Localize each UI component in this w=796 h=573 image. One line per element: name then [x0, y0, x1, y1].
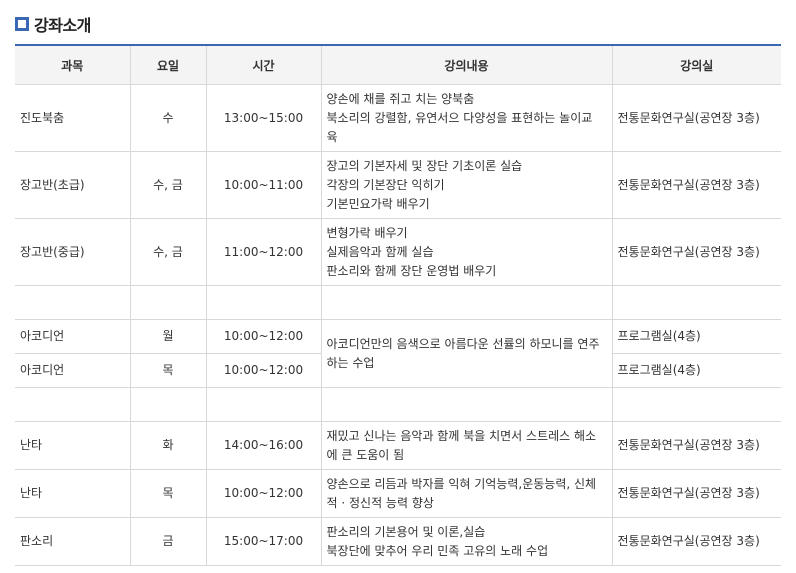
cell-content: 장고의 기본자세 및 장단 기초이론 실습 각장의 기본장단 익히기 기본민요가…: [321, 151, 613, 219]
table-row: 장고반(중급) 수, 금 11:00~12:00 변형가락 배우기 실제음악과 …: [15, 218, 781, 286]
cell-subject: 판소리: [15, 517, 131, 566]
content-line: 적 · 정신적 능력 향상: [326, 495, 434, 510]
table-row: 판소리 금 15:00~17:00 판소리의 기본용어 및 이론,실습 북장단에…: [15, 517, 781, 566]
content-line: 실제음악과 함께 실습: [326, 244, 434, 259]
content-line: 하는 수업: [326, 355, 375, 370]
cell-room: 전통문화연구실(공연장 3층): [612, 151, 781, 219]
cell-day: 화: [130, 421, 207, 470]
table-row: 난타 목 10:00~12:00 양손으로 리듬과 박자를 익혀 기억능력,운동…: [15, 469, 781, 518]
spacer-row: [15, 387, 781, 422]
cell-time: 10:00~12:00: [206, 353, 322, 388]
content-line: 양손으로 리듬과 박자를 익혀 기억능력,운동능력, 신체: [326, 476, 597, 491]
cell-room: 전통문화연구실(공연장 3층): [612, 517, 781, 566]
cell-day: 수, 금: [130, 151, 207, 219]
cell-subject: 장고반(초급): [15, 151, 131, 219]
cell-time: 11:00~12:00: [206, 218, 322, 286]
header-day: 요일: [130, 45, 207, 85]
cell-content: 양손으로 리듬과 박자를 익혀 기억능력,운동능력, 신체 적 · 정신적 능력…: [321, 469, 613, 518]
cell-time: 10:00~11:00: [206, 151, 322, 219]
content-line: 아코디언만의 음색으로 아름다운 선률의 하모니를 연주: [326, 336, 600, 351]
content-line: 북장단에 맞추어 우리 민족 고유의 노래 수업: [326, 543, 549, 558]
table-row: 아코디언 월 10:00~12:00 아코디언만의 음색으로 아름다운 선률의 …: [15, 319, 781, 388]
content-line: 육: [326, 129, 338, 144]
cell-content: 변형가락 배우기 실제음악과 함께 실습 판소리와 함께 장단 운영법 배우기: [321, 218, 613, 286]
title-bullet-icon: [15, 17, 29, 31]
header-room: 강의실: [612, 45, 781, 85]
cell-time: 13:00~15:00: [206, 84, 322, 152]
content-line: 기본민요가락 배우기: [326, 196, 430, 211]
cell-day: 수, 금: [130, 218, 207, 286]
cell-time: 15:00~17:00: [206, 517, 322, 566]
content-line: 판소리와 함께 장단 운영법 배우기: [326, 263, 497, 278]
cell-day: 목: [130, 353, 207, 388]
cell-time: 14:00~16:00: [206, 421, 322, 470]
course-table: 과목 요일 시간 강의내용 강의실 진도북춤 수 13:00~15:00 양손에…: [15, 44, 781, 566]
cell-room: 전통문화연구실(공연장 3층): [612, 218, 781, 286]
cell-day: 월: [130, 319, 207, 354]
content-line: 각장의 기본장단 익히기: [326, 177, 445, 192]
cell-subject: 난타: [15, 421, 131, 470]
content-line: 판소리의 기본용어 및 이론,실습: [326, 524, 486, 539]
cell-content: 재밌고 신나는 음악과 함께 북을 치면서 스트레스 해소 에 큰 도움이 됨: [321, 421, 613, 470]
content-line: 변형가락 배우기: [326, 225, 408, 240]
table-row: 진도북춤 수 13:00~15:00 양손에 채를 쥐고 치는 양북춤 북소리의…: [15, 84, 781, 152]
cell-subject: 아코디언: [15, 319, 131, 354]
cell-room: 전통문화연구실(공연장 3층): [612, 421, 781, 470]
table-header-row: 과목 요일 시간 강의내용 강의실: [15, 45, 781, 85]
content-line: 북소리의 강렬함, 유연서으 다양성을 표현하는 놀이교: [326, 110, 593, 125]
cell-subject: 진도북춤: [15, 84, 131, 152]
header-time: 시간: [206, 45, 322, 85]
header-content: 강의내용: [321, 45, 613, 85]
cell-content: 아코디언만의 음색으로 아름다운 선률의 하모니를 연주 하는 수업: [321, 319, 613, 388]
page-title: 강좌소개: [34, 16, 91, 35]
cell-content: 판소리의 기본용어 및 이론,실습 북장단에 맞추어 우리 민족 고유의 노래 …: [321, 517, 613, 566]
cell-day: 금: [130, 517, 207, 566]
cell-room: 프로그램실(4층): [612, 319, 781, 354]
header-subject: 과목: [15, 45, 131, 85]
table-row: 난타 화 14:00~16:00 재밌고 신나는 음악과 함께 북을 치면서 스…: [15, 421, 781, 470]
cell-content: 양손에 채를 쥐고 치는 양북춤 북소리의 강렬함, 유연서으 다양성을 표현하…: [321, 84, 613, 152]
content-line: 장고의 기본자세 및 장단 기초이론 실습: [326, 158, 523, 173]
cell-room: 전통문화연구실(공연장 3층): [612, 469, 781, 518]
content-line: 양손에 채를 쥐고 치는 양북춤: [326, 91, 475, 106]
cell-room: 프로그램실(4층): [612, 353, 781, 388]
cell-subject: 장고반(중급): [15, 218, 131, 286]
content-line: 재밌고 신나는 음악과 함께 북을 치면서 스트레스 해소: [326, 428, 597, 443]
cell-time: 10:00~12:00: [206, 319, 322, 354]
table-row: 장고반(초급) 수, 금 10:00~11:00 장고의 기본자세 및 장단 기…: [15, 151, 781, 219]
cell-day: 수: [130, 84, 207, 152]
spacer-row: [15, 285, 781, 320]
content-line: 에 큰 도움이 됨: [326, 447, 405, 462]
cell-day: 목: [130, 469, 207, 518]
cell-subject: 난타: [15, 469, 131, 518]
cell-room: 전통문화연구실(공연장 3층): [612, 84, 781, 152]
page-title-bar: 강좌소개: [15, 10, 91, 38]
cell-subject: 아코디언: [15, 353, 131, 388]
cell-time: 10:00~12:00: [206, 469, 322, 518]
